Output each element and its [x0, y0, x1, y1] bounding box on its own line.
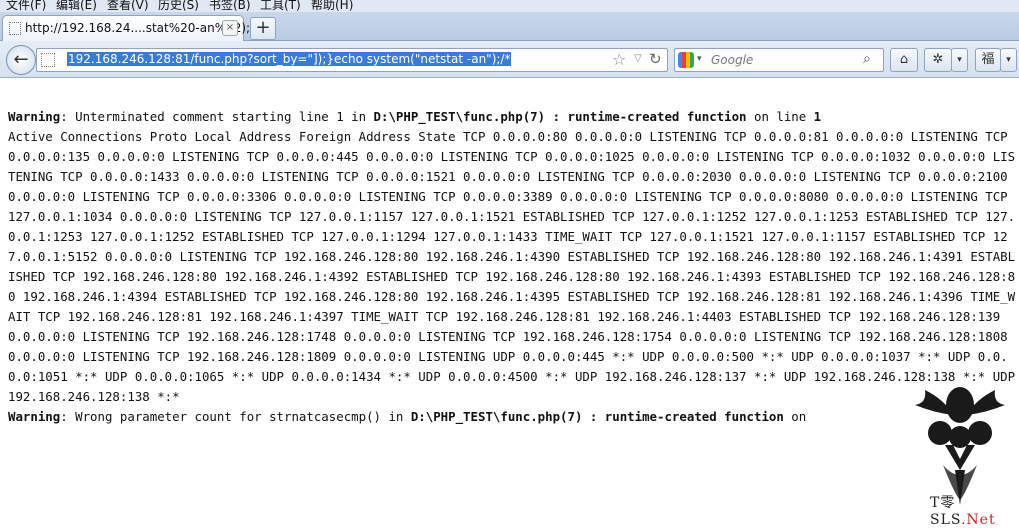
- warning-path: D:\PHP_TEST\func.php(7) : runtime-create…: [410, 409, 784, 424]
- home-icon: ⌂: [899, 52, 909, 67]
- history-dropdown-icon[interactable]: ▽: [634, 53, 642, 64]
- warning-line-2: Warning: Wrong parameter count for strna…: [8, 407, 1016, 427]
- search-bar[interactable]: ▾ Google ⌕: [674, 48, 884, 72]
- address-url[interactable]: 192.168.246.128:81/func.php?sort_by="]);…: [67, 52, 512, 66]
- search-icon[interactable]: ⌕: [863, 51, 871, 67]
- menu-bar: 文件(F) 编辑(E) 查看(V) 历史(S) 书签(B) 工具(T) 帮助(H…: [0, 0, 1019, 12]
- search-input[interactable]: Google: [711, 53, 753, 67]
- site-identity-icon[interactable]: [41, 53, 55, 67]
- new-tab-button[interactable]: +: [250, 17, 276, 40]
- warning-label: Warning: [8, 109, 61, 124]
- watermark-net: .Net: [960, 512, 996, 528]
- extension-dropdown-button[interactable]: ▾: [1000, 48, 1017, 72]
- warning-message: on line: [746, 109, 814, 124]
- warning-path: D:\PHP_TEST\func.php(7) : runtime-create…: [373, 109, 747, 124]
- tab-close-button[interactable]: ×: [222, 20, 238, 36]
- warning-message: : Wrong parameter count for strnatcasecm…: [60, 409, 411, 424]
- warning-message: on: [783, 409, 807, 424]
- navigation-toolbar: ← 192.168.246.128:81/func.php?sort_by="]…: [0, 41, 1019, 78]
- engine-dropdown-icon[interactable]: ▾: [697, 54, 702, 64]
- extension-button[interactable]: 福: [975, 48, 1001, 72]
- warning-message: : Unterminated comment starting line 1 i…: [60, 109, 374, 124]
- google-engine-icon[interactable]: [678, 52, 694, 68]
- back-button[interactable]: ←: [6, 45, 36, 75]
- warning-line-1: Warning: Unterminated comment starting l…: [8, 107, 1016, 127]
- warning-label: Warning: [8, 409, 61, 424]
- tab-strip: http://192.168.24....stat%20-an%22);/* ×…: [0, 12, 1019, 41]
- tab-active[interactable]: http://192.168.24....stat%20-an%22);/* ×: [2, 15, 260, 41]
- calligraphy-icon: 福: [981, 52, 995, 67]
- page-icon: [9, 22, 21, 35]
- bookmark-star-icon[interactable]: ☆: [612, 50, 626, 69]
- watermark-text: T零SLS.Net: [930, 492, 1019, 528]
- home-button[interactable]: ⌂: [890, 48, 918, 72]
- page-content: Warning: Unterminated comment starting l…: [8, 107, 1016, 427]
- netstat-output: Active Connections Proto Local Address F…: [8, 129, 1016, 404]
- chevron-down-icon: ▾: [1006, 55, 1011, 65]
- watermark-brand: T零SLS: [930, 495, 961, 528]
- warning-line-number: 1: [813, 109, 822, 124]
- bug-icon: ✲: [932, 52, 944, 67]
- addon-button[interactable]: ✲: [924, 48, 952, 72]
- address-bar[interactable]: 192.168.246.128:81/func.php?sort_by="]);…: [36, 48, 668, 72]
- addon-dropdown-button[interactable]: ▾: [951, 48, 968, 72]
- reload-icon[interactable]: ↻: [649, 50, 662, 68]
- chevron-down-icon: ▾: [957, 55, 962, 65]
